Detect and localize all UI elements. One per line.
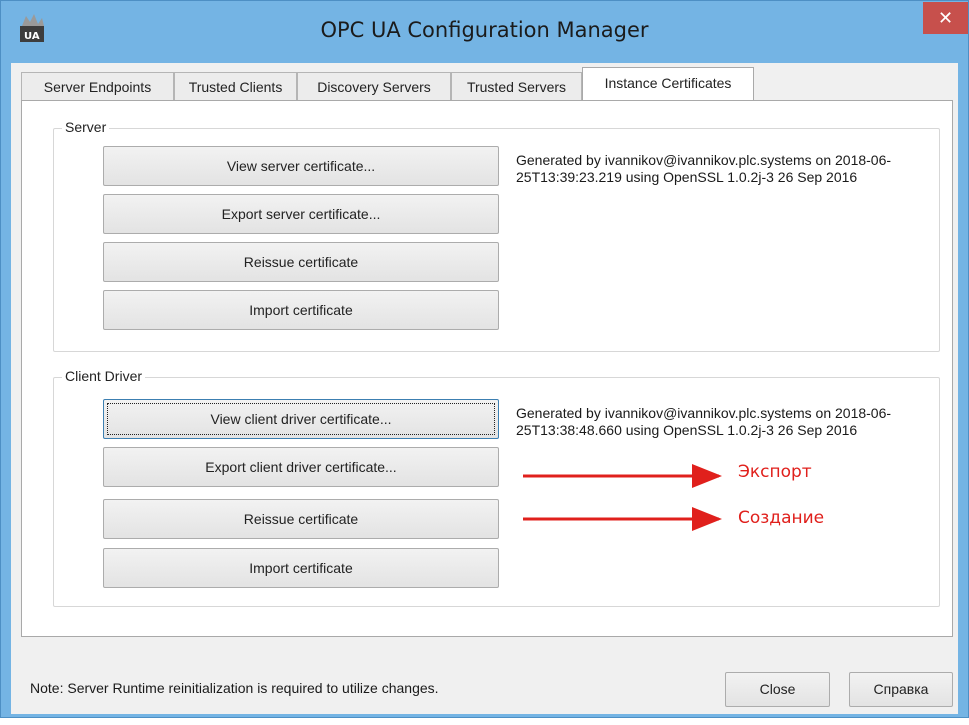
create-annotation-label: Создание (738, 508, 825, 528)
tab-label: Trusted Servers (466, 79, 567, 95)
tab-instance-certificates[interactable]: Instance Certificates (582, 67, 754, 100)
window-title: OPC UA Configuration Manager (320, 18, 649, 42)
instance-certificates-panel: Server View server certificate... Export… (21, 100, 953, 637)
reissue-server-certificate-button[interactable]: Reissue certificate (103, 242, 499, 282)
export-annotation-label: Экспорт (738, 462, 812, 482)
reissue-client-driver-certificate-button[interactable]: Reissue certificate (103, 499, 499, 539)
close-icon: ✕ (937, 8, 954, 28)
close-button[interactable]: Close (725, 672, 830, 707)
tab-label: Instance Certificates (604, 75, 732, 91)
tab-trusted-servers[interactable]: Trusted Servers (451, 72, 582, 100)
client-driver-certificate-info: Generated by ivannikov@ivannikov.plc.sys… (516, 405, 892, 438)
help-button[interactable]: Справка (849, 672, 953, 707)
reinitialization-note: Note: Server Runtime reinitialization is… (30, 680, 439, 696)
tab-label: Trusted Clients (188, 79, 283, 95)
view-client-driver-certificate-button[interactable]: View client driver certificate... (103, 399, 499, 439)
title-bar[interactable]: UA OPC UA Configuration Manager ✕ (1, 1, 968, 61)
client-driver-group-label: Client Driver (62, 368, 146, 384)
server-certificate-info: Generated by ivannikov@ivannikov.plc.sys… (516, 152, 892, 185)
view-server-certificate-button[interactable]: View server certificate... (103, 146, 499, 186)
tab-trusted-clients[interactable]: Trusted Clients (174, 72, 297, 100)
app-window: UA OPC UA Configuration Manager ✕ Server… (0, 0, 969, 718)
export-client-driver-certificate-button[interactable]: Export client driver certificate... (103, 447, 499, 487)
tab-label: Server Endpoints (43, 79, 152, 95)
server-group: Server View server certificate... Export… (53, 119, 940, 352)
import-client-driver-certificate-button[interactable]: Import certificate (103, 548, 499, 588)
tab-server-endpoints[interactable]: Server Endpoints (21, 72, 174, 100)
client-driver-group: Client Driver View client driver certifi… (53, 368, 940, 607)
tab-discovery-servers[interactable]: Discovery Servers (297, 72, 451, 100)
import-server-certificate-button[interactable]: Import certificate (103, 290, 499, 330)
tab-label: Discovery Servers (317, 79, 431, 95)
server-group-label: Server (62, 119, 110, 135)
close-window-button[interactable]: ✕ (923, 2, 968, 34)
export-server-certificate-button[interactable]: Export server certificate... (103, 194, 499, 234)
